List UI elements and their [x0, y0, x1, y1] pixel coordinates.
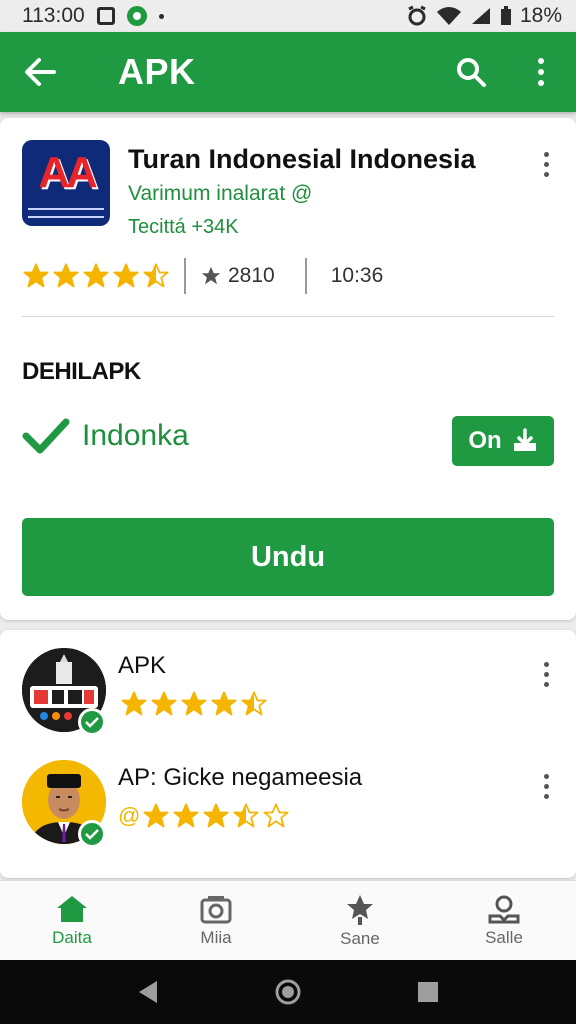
rating-star-icon — [181, 691, 207, 716]
on-button-label: On — [468, 427, 502, 454]
status-label: Indonka — [82, 419, 189, 452]
nav-item-miia[interactable]: Miia — [144, 881, 288, 960]
divider — [304, 258, 307, 294]
rating-star-icon — [113, 263, 139, 288]
rating-row: 2810 10:36 — [22, 256, 383, 296]
signal-icon — [471, 8, 490, 24]
section-title: DEHILAPK — [22, 358, 141, 385]
app-icon[interactable]: AA — [22, 140, 110, 226]
list-item-title: AP: Gicke negameesia — [118, 764, 363, 791]
app-size: 10:36 — [330, 264, 384, 287]
nav-item-sane[interactable]: Sane — [288, 881, 432, 960]
battery-icon — [500, 6, 511, 25]
app-notification-icon — [126, 6, 147, 26]
rating-star-icon — [211, 691, 237, 716]
on-button[interactable]: On — [452, 416, 554, 466]
nav-item-label: Miia — [200, 927, 232, 947]
divider — [22, 316, 554, 317]
battery-percent: 18% — [519, 4, 562, 27]
system-home-button[interactable] — [274, 978, 302, 1006]
rating-star-icon — [83, 263, 109, 288]
app-name: Turan Indonesial Indonesia — [128, 144, 476, 174]
nav-item-label: Sane — [340, 928, 380, 948]
list-item[interactable]: AP: Gicke negameesia @ — [0, 760, 576, 870]
nav-item-label: Daita — [52, 927, 92, 947]
list-item-stars: @ — [118, 802, 290, 830]
app-icon-caption — [28, 208, 104, 218]
rating-star-icon — [53, 263, 79, 288]
download-button[interactable]: Undu — [22, 518, 554, 596]
related-apps-card: APK AP: Gicke negameesia @ — [0, 630, 576, 878]
status-time: 113:00 — [22, 4, 85, 27]
rating-stars — [22, 262, 170, 290]
rating-star-icon — [173, 803, 199, 828]
media-icon — [200, 895, 232, 923]
app-meta: Tecittá +34K — [128, 216, 239, 238]
rating-star-icon — [241, 691, 267, 716]
list-item-title: APK — [118, 652, 167, 679]
bottom-navigation: Daita Miia Sane Salle — [0, 880, 576, 960]
app-icon-logo: AA — [38, 148, 98, 197]
account-icon — [488, 895, 520, 923]
screenshot-icon — [96, 7, 115, 25]
list-item-more-button[interactable] — [534, 768, 558, 804]
system-navigation-bar — [0, 960, 576, 1024]
verified-badge — [78, 820, 106, 848]
search-button[interactable] — [436, 32, 506, 112]
alarm-icon — [408, 5, 426, 26]
list-item-prefix: @ — [118, 803, 141, 828]
rating-count: 2810 — [228, 264, 275, 287]
page-title: APK — [118, 51, 196, 92]
rating-star-icon — [151, 691, 177, 716]
nav-item-label: Salle — [485, 927, 523, 947]
rating-star-icon — [203, 803, 229, 828]
rating-star-icon — [143, 803, 169, 828]
app-detail-card: AA Turan Indonesial Indonesia Varimum in… — [0, 118, 576, 620]
star-icon — [201, 266, 221, 285]
back-button[interactable] — [0, 32, 80, 112]
divider — [184, 258, 186, 294]
arrow-left-icon — [25, 58, 56, 86]
verified-badge — [78, 708, 106, 736]
wifi-icon — [436, 7, 461, 25]
download-icon — [513, 428, 536, 451]
system-back-button[interactable] — [137, 979, 159, 1005]
overflow-menu-button[interactable] — [506, 32, 576, 112]
list-item-more-button[interactable] — [534, 656, 558, 692]
rating-star-icon — [263, 803, 289, 828]
rating-stars — [142, 802, 290, 830]
list-item-stars — [118, 690, 268, 718]
nav-item-salle[interactable]: Salle — [432, 881, 576, 960]
star-pin-icon — [347, 894, 373, 925]
status-row: Indonka — [22, 416, 189, 456]
check-icon — [85, 829, 99, 840]
rating-star-icon — [143, 263, 169, 288]
check-icon — [85, 717, 99, 728]
app-more-button[interactable] — [534, 146, 558, 182]
system-recents-button[interactable] — [417, 981, 439, 1003]
more-vert-icon — [538, 58, 544, 86]
app-bar: APK — [0, 32, 576, 112]
nav-item-daita[interactable]: Daita — [0, 881, 144, 960]
rating-star-icon — [121, 691, 147, 716]
checkmark-icon — [22, 418, 70, 454]
notification-dot-icon — [158, 13, 164, 19]
rating-star-icon — [23, 263, 49, 288]
rating-star-icon — [233, 803, 259, 828]
app-developer[interactable]: Varimum inalarat @ — [128, 182, 312, 206]
status-bar: 113:00 18% — [0, 0, 576, 32]
search-icon — [457, 58, 486, 87]
home-icon — [57, 895, 87, 922]
list-item[interactable]: APK — [0, 648, 576, 758]
rating-stars — [120, 690, 268, 718]
